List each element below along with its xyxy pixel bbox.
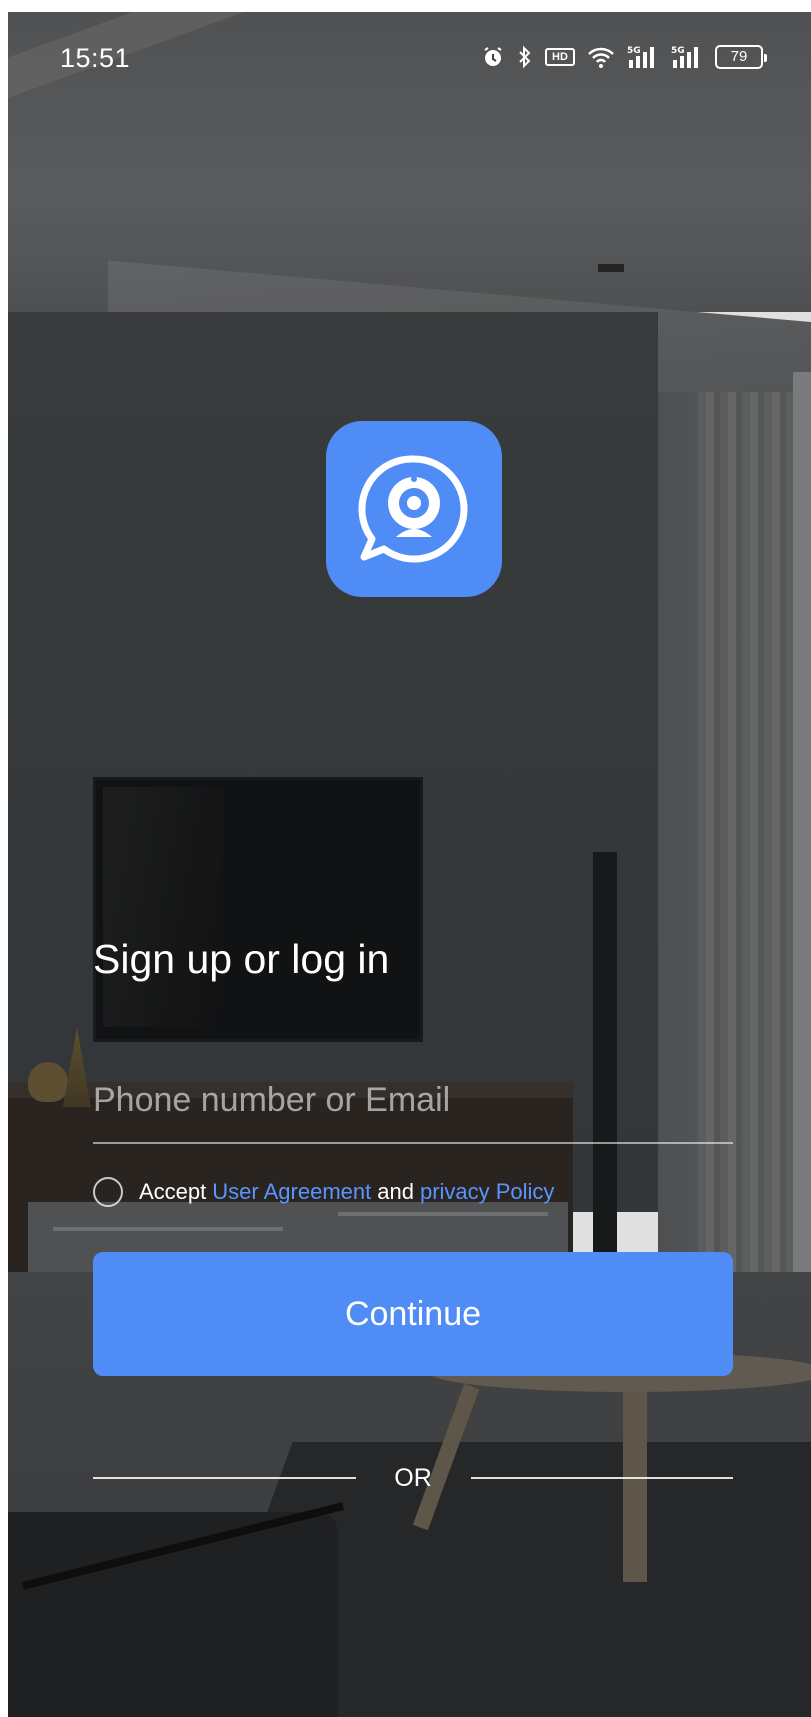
webcam-chat-icon: [358, 455, 468, 563]
status-time: 15:51: [60, 43, 131, 73]
wifi-icon: [587, 43, 615, 71]
or-divider: OR: [93, 1460, 733, 1496]
status-bar: 15:51 HD 5G 5G 79: [8, 12, 811, 107]
svg-text:5G: 5G: [627, 46, 641, 56]
battery-level: 79: [715, 45, 767, 69]
svg-text:5G: 5G: [671, 46, 685, 56]
page-title: Sign up or log in: [93, 936, 390, 982]
phone-or-email-input[interactable]: [93, 1060, 733, 1140]
or-label: OR: [394, 1463, 432, 1492]
divider-line-right: [470, 1477, 733, 1479]
app-logo: [326, 421, 502, 597]
alarm-icon: [481, 43, 505, 71]
accept-agreement-radio[interactable]: [93, 1177, 123, 1207]
signal-5g-icon: 5G: [627, 43, 659, 71]
battery-icon: 79: [715, 43, 767, 71]
status-icons: HD 5G 5G 79: [481, 42, 767, 72]
signal-5g-icon: 5G: [671, 43, 703, 71]
account-input-container: [93, 1060, 733, 1144]
continue-button[interactable]: Continue: [93, 1252, 733, 1376]
hd-icon: HD: [545, 43, 575, 71]
agreement-conjunction: and: [377, 1179, 414, 1204]
user-agreement-link[interactable]: User Agreement: [212, 1179, 371, 1205]
privacy-policy-link[interactable]: privacy Policy: [420, 1179, 554, 1205]
bluetooth-icon: [517, 43, 533, 71]
agreement-row: Accept User Agreement and privacy Policy: [93, 1174, 554, 1210]
divider-line-left: [93, 1477, 356, 1479]
agreement-prefix: Accept: [139, 1179, 207, 1204]
login-screen: 15:51 HD 5G 5G 79 Sign up or log in Phon…: [8, 12, 811, 1717]
